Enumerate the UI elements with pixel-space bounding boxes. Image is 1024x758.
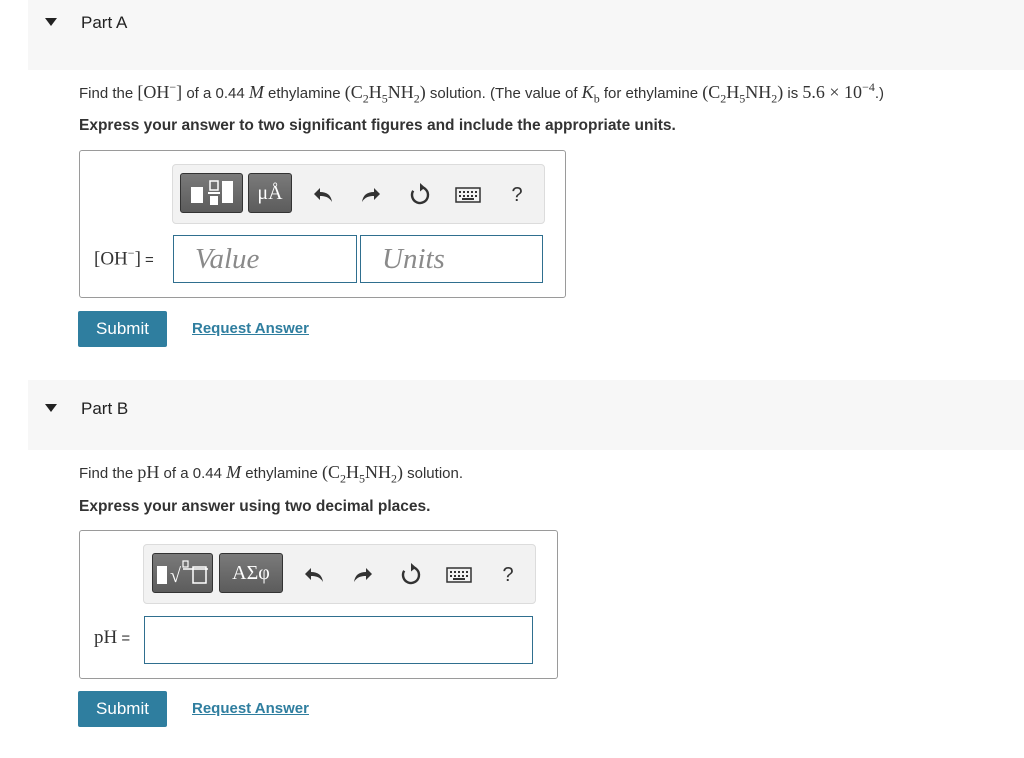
- part-b-toolbar: √ ΑΣφ ?: [143, 544, 536, 604]
- part-a-title: Part A: [81, 13, 128, 32]
- redo-icon[interactable]: [359, 183, 383, 207]
- part-a-toolbar: μÅ ?: [172, 164, 545, 224]
- units-template-button[interactable]: μÅ: [248, 173, 292, 213]
- part-a-answer-box: μÅ ? [OH−] =: [79, 150, 566, 298]
- greek-template-button[interactable]: ΑΣφ: [219, 553, 283, 593]
- ph-input[interactable]: [144, 616, 533, 664]
- units-input[interactable]: [360, 235, 543, 283]
- value-input[interactable]: [173, 235, 357, 283]
- part-a-request-answer-link[interactable]: Request Answer: [192, 320, 309, 337]
- part-b-answer-box: √ ΑΣφ ? pH =: [79, 530, 558, 679]
- part-b-header[interactable]: Part B: [28, 380, 1024, 450]
- part-b-submit-button[interactable]: Submit: [78, 691, 167, 727]
- part-b-instruction: Express your answer using two decimal pl…: [79, 498, 431, 515]
- part-a-instruction: Express your answer to two significant f…: [79, 117, 676, 134]
- part-b-title: Part B: [81, 399, 129, 418]
- part-a-header[interactable]: Part A: [28, 0, 1024, 70]
- fraction-template-button[interactable]: [180, 173, 243, 213]
- redo-icon[interactable]: [351, 563, 375, 587]
- help-button[interactable]: ?: [496, 563, 520, 587]
- sqrt-template-button[interactable]: √: [152, 553, 213, 593]
- keyboard-icon[interactable]: [455, 183, 481, 207]
- triangle-down-icon[interactable]: [45, 18, 57, 26]
- part-a-submit-button[interactable]: Submit: [78, 311, 167, 347]
- reset-icon[interactable]: [399, 563, 423, 587]
- undo-icon[interactable]: [311, 183, 335, 207]
- triangle-down-icon[interactable]: [45, 404, 57, 412]
- oh-label: [OH−] =: [94, 246, 154, 270]
- svg-text:√: √: [170, 565, 181, 587]
- fraction-template-icon: [190, 180, 233, 205]
- part-b-question: Find the pH of a 0.44 M ethylamine (C2H5…: [79, 462, 464, 486]
- undo-icon[interactable]: [302, 563, 326, 587]
- ph-label: pH =: [94, 627, 131, 648]
- sqrt-template-icon: √: [156, 560, 208, 587]
- part-b-request-answer-link[interactable]: Request Answer: [192, 700, 309, 717]
- reset-icon[interactable]: [408, 183, 432, 207]
- keyboard-icon[interactable]: [446, 563, 472, 587]
- help-button[interactable]: ?: [505, 183, 529, 207]
- part-a-question: Find the [OH−] of a 0.44 M ethylamine (C…: [79, 80, 885, 106]
